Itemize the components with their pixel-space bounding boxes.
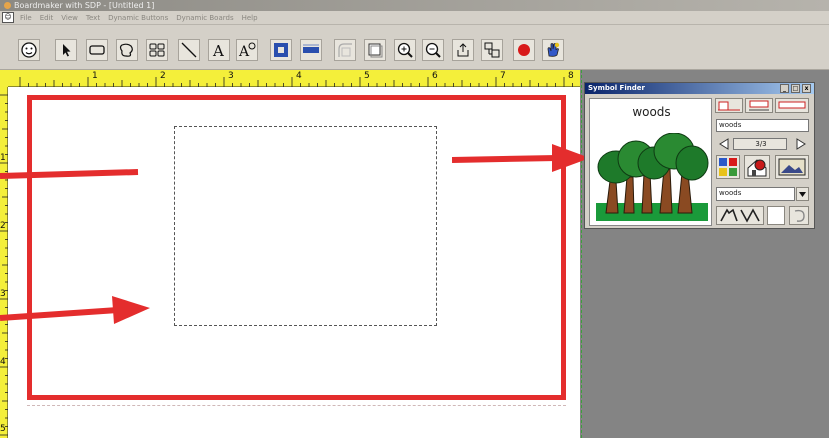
menu-dynamic-buttons[interactable]: Dynamic Buttons (104, 14, 172, 22)
search-input[interactable]: woods (716, 119, 809, 132)
next-arrow-icon[interactable] (795, 138, 807, 150)
ruler-number: 8 (568, 71, 574, 81)
menu-edit[interactable]: Edit (36, 14, 58, 22)
page-edge-guide (581, 70, 582, 438)
blank-symbol-button[interactable] (767, 206, 785, 225)
corner-icon[interactable] (334, 39, 356, 61)
ruler-number: 2 (160, 71, 166, 81)
shadow-icon[interactable] (364, 39, 386, 61)
close-icon[interactable]: x (802, 84, 811, 93)
symbol-preview[interactable]: woods (589, 98, 712, 226)
ruler-number: 7 (500, 71, 506, 81)
grid-icon[interactable] (146, 39, 168, 61)
svg-text:A: A (212, 42, 224, 59)
symbol-finder-titlebar[interactable]: Symbol Finder _ □ x (585, 83, 814, 94)
speaker-face-icon[interactable] (18, 39, 40, 61)
ruler-corner (0, 70, 8, 87)
page-break-line (27, 405, 566, 406)
rotate-icon[interactable] (789, 206, 809, 225)
zoom-in-icon[interactable] (394, 39, 416, 61)
svg-text:A: A (238, 44, 250, 59)
annotation-arrow-right (452, 144, 590, 172)
spacing-icon[interactable] (481, 39, 503, 61)
zoom-out-icon[interactable] (422, 39, 444, 61)
menu-view[interactable]: View (57, 14, 82, 22)
category-select[interactable]: woods (716, 187, 795, 201)
record-icon[interactable] (513, 39, 535, 61)
window-title: Boardmaker with SDP - [Untitled 1] (14, 1, 155, 10)
line-thickness-icon[interactable] (300, 39, 322, 61)
minimize-icon[interactable]: _ (780, 84, 789, 93)
annotation-arrow-left-top (0, 169, 139, 179)
freeform-icon[interactable] (116, 39, 138, 61)
menu-text[interactable]: Text (82, 14, 104, 22)
view-mode-button[interactable] (715, 98, 743, 113)
maximize-icon[interactable]: □ (791, 84, 800, 93)
house-categories-icon[interactable] (744, 155, 770, 179)
text-icon[interactable]: A (208, 39, 230, 61)
pointer-icon[interactable] (55, 39, 77, 61)
ruler-number: 5 (0, 424, 6, 434)
selected-cell-box[interactable] (174, 126, 437, 326)
picture-frame-icon[interactable] (775, 155, 809, 179)
app-icon (4, 2, 11, 9)
ruler-number: 2 (0, 221, 6, 231)
line-icon[interactable] (178, 39, 200, 61)
menu-bar: ☺ File Edit View Text Dynamic Buttons Dy… (0, 11, 829, 25)
ruler-number: 4 (0, 357, 6, 367)
dropdown-arrow-icon[interactable] (796, 187, 809, 201)
ruler-number: 5 (364, 71, 370, 81)
menu-file[interactable]: File (16, 14, 36, 22)
woods-symbol-picture (596, 133, 709, 221)
ruler-number: 4 (296, 71, 302, 81)
rectangle-icon[interactable] (86, 39, 108, 61)
ruler-number: 1 (92, 71, 98, 81)
previous-arrow-icon[interactable] (718, 138, 730, 150)
menu-help[interactable]: Help (238, 14, 262, 22)
page-counter: 3/3 (733, 138, 787, 150)
toolbar: A A (0, 25, 829, 70)
text-only-button[interactable] (775, 98, 809, 113)
color-palette-icon[interactable] (716, 155, 740, 179)
fill-color-icon[interactable] (270, 39, 292, 61)
title-bar: Boardmaker with SDP - [Untitled 1] (0, 0, 829, 11)
menu-dynamic-boards[interactable]: Dynamic Boards (172, 14, 237, 22)
hand-icon[interactable] (542, 39, 564, 61)
symbol-text-icon[interactable]: A (236, 39, 258, 61)
ruler-number: 6 (432, 71, 438, 81)
vertical-ruler-ticks (0, 94, 8, 436)
ruler-number: 3 (228, 71, 234, 81)
search-mode-icon[interactable] (716, 206, 764, 225)
annotation-arrow-left-bottom (0, 296, 150, 324)
symbol-word: woods (632, 105, 671, 119)
vertical-ruler: 1 2 3 4 5 (0, 87, 8, 438)
symbol-text-toggle-button[interactable] (745, 98, 773, 113)
symbol-finder-window[interactable]: Symbol Finder _ □ x woods woods 3/3 wood… (584, 82, 815, 229)
document-icon[interactable]: ☺ (2, 12, 14, 23)
horizontal-ruler: 1 2 3 4 5 6 7 8 (8, 70, 580, 87)
export-icon[interactable] (452, 39, 474, 61)
symbol-finder-title: Symbol Finder (588, 84, 645, 92)
